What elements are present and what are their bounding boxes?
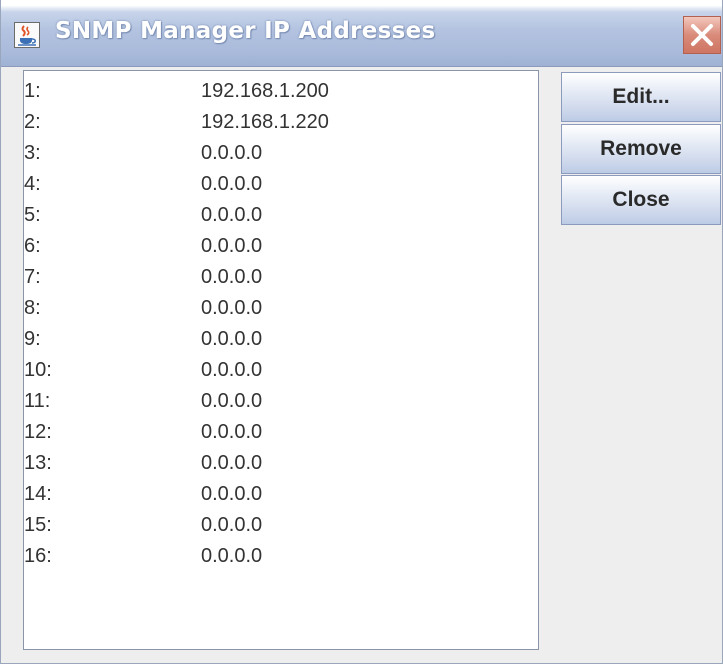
list-item-index: 1: xyxy=(24,80,41,102)
snmp-manager-dialog: SNMP Manager IP Addresses 1: 192.168.1.20… xyxy=(0,0,723,664)
list-item[interactable]: 10: 0.0.0.0 xyxy=(24,355,538,386)
title-bar[interactable]: SNMP Manager IP Addresses xyxy=(1,0,722,67)
list-item-index: 13: xyxy=(24,452,52,474)
list-item-ip: 192.168.1.220 xyxy=(201,111,329,133)
list-item[interactable]: 15: 0.0.0.0 xyxy=(24,510,538,541)
list-item-index: 11: xyxy=(24,390,51,412)
remove-button[interactable]: Remove xyxy=(561,124,721,174)
list-item-ip: 0.0.0.0 xyxy=(201,173,263,195)
list-item-index: 10: xyxy=(24,359,52,381)
list-item-ip: 192.168.1.200 xyxy=(201,80,329,102)
list-item-index: 3: xyxy=(24,142,41,164)
list-item-index: 16: xyxy=(24,545,52,567)
list-item-ip: 0.0.0.0 xyxy=(201,204,263,226)
java-cup-icon xyxy=(14,22,40,48)
list-item[interactable]: 1: 192.168.1.200 xyxy=(24,76,538,107)
list-item-index: 7: xyxy=(24,266,41,288)
list-item-index: 8: xyxy=(24,297,41,319)
list-item-ip: 0.0.0.0 xyxy=(201,297,263,319)
list-item[interactable]: 7: 0.0.0.0 xyxy=(24,262,538,293)
list-item-ip: 0.0.0.0 xyxy=(201,390,263,412)
list-item[interactable]: 12: 0.0.0.0 xyxy=(24,417,538,448)
list-item[interactable]: 16: 0.0.0.0 xyxy=(24,541,538,572)
ip-address-list[interactable]: 1: 192.168.1.200 2: 192.168.1.220 3: 0.0.0.0 4… xyxy=(23,70,539,650)
list-item-index: 12: xyxy=(24,421,52,443)
list-item[interactable]: 14: 0.0.0.0 xyxy=(24,479,538,510)
list-item-index: 5: xyxy=(24,204,41,226)
list-item-index: 15: xyxy=(24,514,52,536)
list-item[interactable]: 11: 0.0.0.0 xyxy=(24,386,538,417)
list-item[interactable]: 4: 0.0.0.0 xyxy=(24,169,538,200)
list-item-ip: 0.0.0.0 xyxy=(201,142,263,164)
list-item[interactable]: 9: 0.0.0.0 xyxy=(24,324,538,355)
close-button[interactable]: Close xyxy=(561,175,721,225)
list-item[interactable]: 8: 0.0.0.0 xyxy=(24,293,538,324)
list-item-index: 6: xyxy=(24,235,41,257)
list-item-ip: 0.0.0.0 xyxy=(201,545,263,567)
list-item[interactable]: 6: 0.0.0.0 xyxy=(24,231,538,262)
list-item[interactable]: 2: 192.168.1.220 xyxy=(24,107,538,138)
list-item-ip: 0.0.0.0 xyxy=(201,483,263,505)
list-item-index: 4: xyxy=(24,173,41,195)
list-item-ip: 0.0.0.0 xyxy=(201,266,263,288)
list-item-ip: 0.0.0.0 xyxy=(201,452,263,474)
list-item-index: 9: xyxy=(24,328,41,350)
list-item[interactable]: 3: 0.0.0.0 xyxy=(24,138,538,169)
list-item-ip: 0.0.0.0 xyxy=(201,514,263,536)
close-icon[interactable] xyxy=(683,16,721,54)
list-item[interactable]: 13: 0.0.0.0 xyxy=(24,448,538,479)
list-item-ip: 0.0.0.0 xyxy=(201,328,263,350)
list-item-index: 2: xyxy=(24,111,41,133)
list-item-ip: 0.0.0.0 xyxy=(201,235,263,257)
list-item-index: 14: xyxy=(24,483,52,505)
edit-button[interactable]: Edit... xyxy=(561,72,721,122)
list-item[interactable]: 5: 0.0.0.0 xyxy=(24,200,538,231)
list-item-ip: 0.0.0.0 xyxy=(201,421,263,443)
list-item-ip: 0.0.0.0 xyxy=(201,359,263,381)
window-title: SNMP Manager IP Addresses xyxy=(55,18,436,44)
